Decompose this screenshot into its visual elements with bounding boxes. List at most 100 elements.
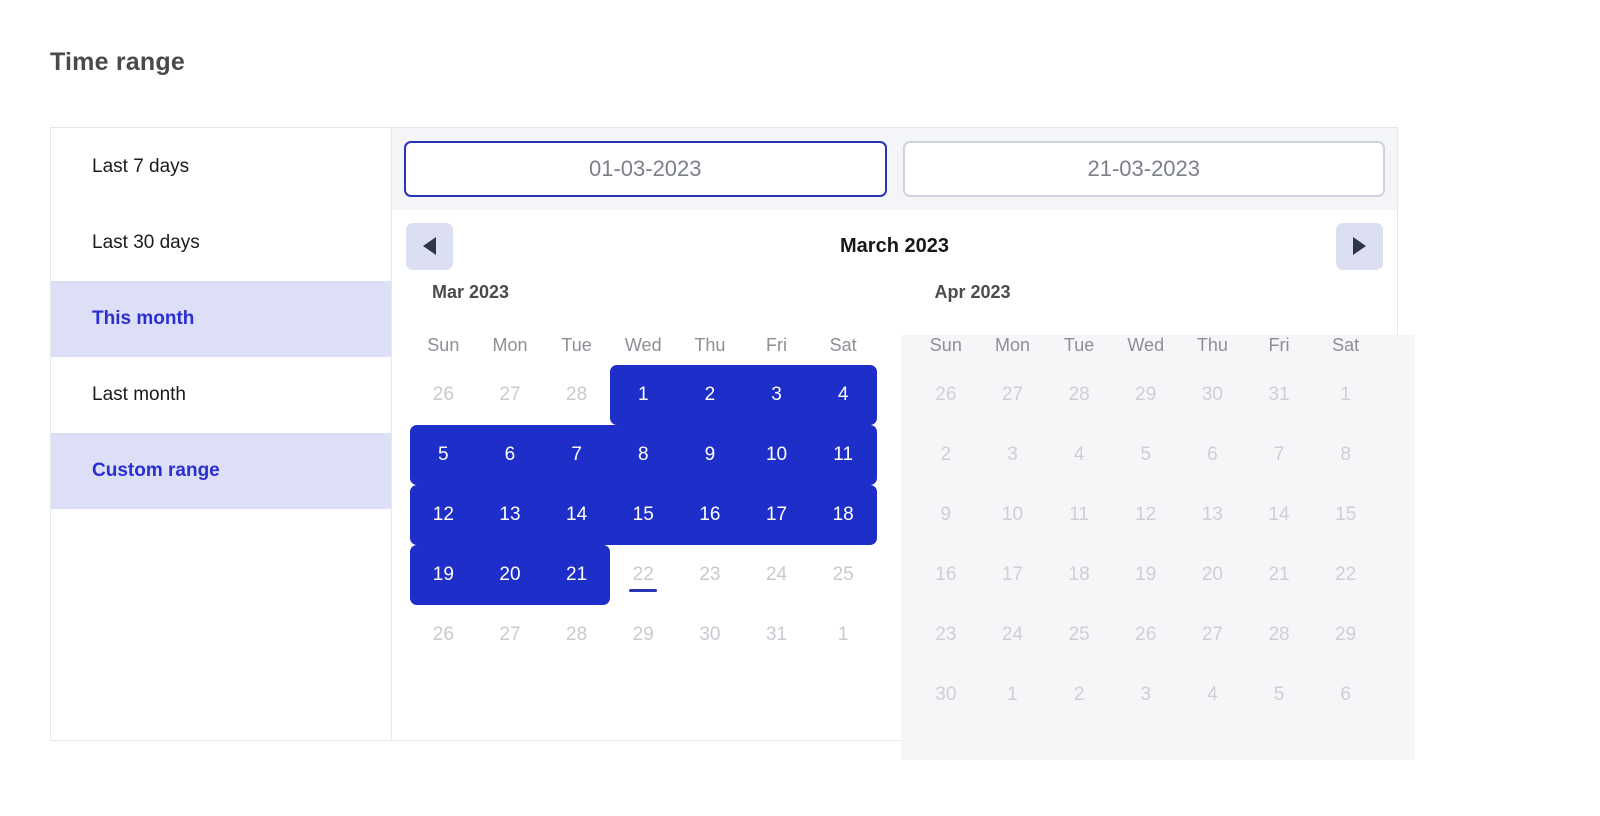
preset-item-last-7-days[interactable]: Last 7 days <box>51 129 391 205</box>
day-cell[interactable]: 17 <box>743 485 810 545</box>
weekday-thu: Thu <box>694 334 726 355</box>
weekday-fri: Fri <box>1268 334 1290 355</box>
current-month-title: March 2023 <box>840 234 949 257</box>
day-cell[interactable]: 28 <box>543 605 610 665</box>
preset-sidebar: Last 7 days Last 30 days This month Last mo… <box>51 128 392 740</box>
day-cell: 9 <box>940 504 952 525</box>
day-cell[interactable]: 10 <box>743 425 810 485</box>
day-cell: 6 <box>1207 444 1218 465</box>
day-cell: 5 <box>1273 684 1285 705</box>
day-cell: 2 <box>1073 684 1085 705</box>
day-cell[interactable]: 9 <box>676 425 744 485</box>
weekday-wed: Wed <box>1127 334 1165 355</box>
weekday-mon: Mon <box>994 334 1030 355</box>
weekday-tue: Tue <box>1063 334 1095 355</box>
day-cell[interactable]: 5 <box>410 425 477 485</box>
day-cell[interactable]: 1 <box>609 365 677 425</box>
prev-month-button[interactable] <box>406 222 453 270</box>
day-cell[interactable]: 24 <box>743 545 810 605</box>
triangle-right-icon <box>1353 237 1366 255</box>
day-cell: 6 <box>1340 684 1351 705</box>
day-cell[interactable]: 31 <box>743 605 810 665</box>
day-cell[interactable]: 21 <box>543 545 610 605</box>
day-cell[interactable]: 25 <box>810 545 877 605</box>
day-cell[interactable]: 7 <box>543 425 610 485</box>
day-cell[interactable]: 16 <box>676 485 744 545</box>
day-cell: 24 <box>1001 624 1024 645</box>
day-cell[interactable]: 22 <box>610 545 677 605</box>
day-cell: 11 <box>1069 504 1089 525</box>
day-cell: 15 <box>1335 504 1357 525</box>
day-cell[interactable]: 28 <box>543 365 610 425</box>
day-cell: 14 <box>1268 504 1290 525</box>
week-row: 2 3 4 5 6 7 8 <box>913 425 1380 485</box>
day-cell: 3 <box>1140 684 1152 705</box>
next-month-button[interactable] <box>1336 222 1383 270</box>
end-date-input[interactable]: 21-03-2023 <box>902 141 1385 197</box>
day-cell: 3 <box>1007 444 1018 465</box>
month-panel-mar-2023: Mar 2023 Sun Mon Tue Wed Thu Fri Sat 26 27 28 1 2 3 4 5… <box>392 282 895 740</box>
day-cell[interactable]: 30 <box>677 605 744 665</box>
preset-item-custom-range[interactable]: Custom range <box>51 433 391 509</box>
day-cell[interactable]: 27 <box>477 365 544 425</box>
week-row: 9 10 11 12 13 14 15 <box>913 485 1380 545</box>
day-cell: 18 <box>1068 564 1090 585</box>
day-cell[interactable]: 13 <box>476 485 544 545</box>
day-cell[interactable]: 11 <box>809 425 877 485</box>
day-cell: 12 <box>1135 504 1157 525</box>
day-cell: 27 <box>1001 384 1024 405</box>
day-cell[interactable]: 26 <box>410 605 477 665</box>
day-cell[interactable]: 29 <box>610 605 677 665</box>
day-cell[interactable]: 14 <box>543 485 610 545</box>
weekday-wed: Wed <box>624 334 662 355</box>
weekday-fri: Fri <box>766 334 788 355</box>
preset-item-last-30-days[interactable]: Last 30 days <box>51 205 391 281</box>
day-cell: 21 <box>1268 564 1290 585</box>
week-row: 26 27 28 1 2 3 4 <box>410 365 877 425</box>
day-cell: 8 <box>1340 444 1351 465</box>
day-cell[interactable]: 15 <box>609 485 677 545</box>
day-cell: 10 <box>1001 504 1024 525</box>
day-cell: 1 <box>1007 684 1018 705</box>
day-cell: 31 <box>1268 384 1290 405</box>
day-cell[interactable]: 19 <box>410 545 477 605</box>
date-inputs-bar: 01-03-2023 21-03-2023 <box>392 128 1397 210</box>
day-cell[interactable]: 23 <box>677 545 744 605</box>
day-cell[interactable]: 27 <box>477 605 544 665</box>
day-cell: 5 <box>1140 444 1152 465</box>
week-row: 26 27 28 29 30 31 1 <box>410 605 877 665</box>
day-cell[interactable]: 3 <box>743 365 810 425</box>
month-grids: Mar 2023 Sun Mon Tue Wed Thu Fri Sat 26 27 28 1 2 3 4 5… <box>392 282 1415 760</box>
preset-item-last-month[interactable]: Last month <box>51 357 391 433</box>
calendar-nav: March 2023 <box>392 210 1397 282</box>
month-label: Apr 2023 <box>934 282 1011 302</box>
day-cell: 27 <box>1201 624 1223 645</box>
day-cell[interactable]: 8 <box>609 425 677 485</box>
weekday-mon: Mon <box>492 334 528 355</box>
day-cell[interactable]: 20 <box>476 545 544 605</box>
weekday-header: Sun Mon Tue Wed Thu Fri Sat <box>913 325 1380 365</box>
day-cell[interactable]: 2 <box>676 365 744 425</box>
day-cell[interactable]: 12 <box>410 485 477 545</box>
day-cell: 29 <box>1135 384 1157 405</box>
day-cell: 19 <box>1135 564 1157 585</box>
day-cell: 30 <box>1201 384 1223 405</box>
start-date-input[interactable]: 01-03-2023 <box>404 141 887 197</box>
weekday-sat: Sat <box>829 334 857 355</box>
weekday-sun: Sun <box>427 334 460 355</box>
day-cell[interactable]: 4 <box>809 365 877 425</box>
month-label: Mar 2023 <box>432 282 510 302</box>
day-cell: 26 <box>1135 624 1157 645</box>
day-cell: 7 <box>1273 444 1285 465</box>
week-row: 30 1 2 3 4 5 6 <box>913 665 1380 725</box>
preset-item-this-month[interactable]: This month <box>51 281 391 357</box>
day-cell: 28 <box>1068 384 1090 405</box>
day-cell[interactable]: 6 <box>476 425 544 485</box>
day-cell: 23 <box>935 624 957 645</box>
triangle-left-icon <box>423 237 436 255</box>
day-cell[interactable]: 1 <box>810 605 877 665</box>
weekday-thu: Thu <box>1196 334 1228 355</box>
day-cell[interactable]: 18 <box>809 485 877 545</box>
day-cell[interactable]: 26 <box>410 365 477 425</box>
day-cell: 2 <box>940 444 952 465</box>
